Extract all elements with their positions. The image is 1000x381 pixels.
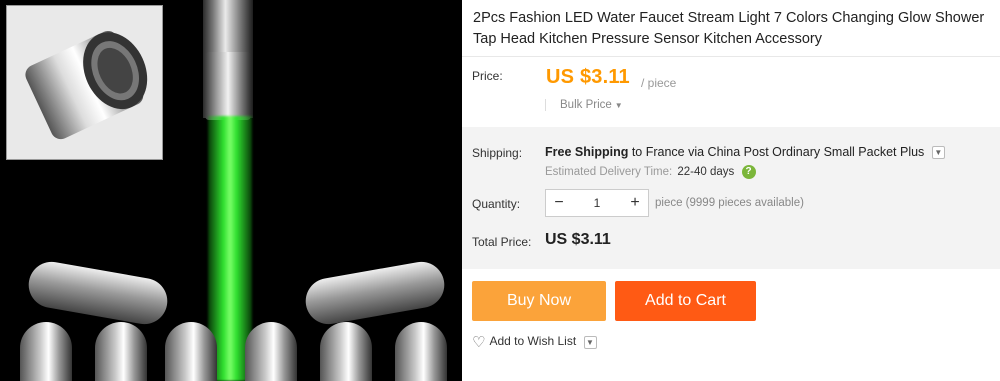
shipping-method[interactable]: Free Shipping to France via China Post O…	[545, 145, 945, 160]
bulk-price-dropdown[interactable]: Bulk Price ▼	[545, 99, 623, 111]
chevron-down-icon[interactable]: ▼	[931, 146, 945, 160]
delivery-label: Estimated Delivery Time:	[545, 166, 673, 179]
add-to-cart-button[interactable]: Add to Cart	[615, 281, 756, 321]
product-title[interactable]: 2Pcs Fashion LED Water Faucet Stream Lig…	[473, 8, 998, 50]
led-head	[320, 322, 372, 381]
price-value: US $3.11	[546, 66, 630, 88]
divider	[462, 56, 1000, 57]
quantity-input[interactable]: 1	[572, 190, 622, 216]
buy-now-button[interactable]: Buy Now	[472, 281, 606, 321]
price-label: Price:	[472, 69, 503, 83]
product-info-panel: 2Pcs Fashion LED Water Faucet Stream Lig…	[462, 0, 1000, 381]
chevron-down-icon[interactable]: ▼	[583, 335, 597, 349]
product-image[interactable]	[0, 0, 462, 381]
led-aerator	[205, 52, 251, 120]
led-head	[95, 322, 147, 381]
led-head	[395, 322, 447, 381]
bulk-price-label: Bulk Price	[560, 99, 612, 111]
shipping-label: Shipping:	[472, 146, 523, 160]
aerator-closeup	[25, 30, 148, 140]
wishlist-label: Add to Wish List	[489, 334, 577, 349]
product-thumbnail-inset	[6, 5, 163, 160]
quantity-availability: piece (9999 pieces available)	[655, 197, 804, 209]
shipping-destination: to France via China Post Ordinary Small …	[631, 145, 925, 159]
total-price-value: US $3.11	[545, 231, 611, 248]
led-head	[245, 322, 297, 381]
quantity-minus-button[interactable]: −	[546, 190, 572, 216]
total-price-label: Total Price:	[472, 235, 532, 249]
help-icon[interactable]: ?	[741, 165, 756, 179]
heart-plus-icon: ♡	[472, 334, 486, 351]
faucet-pipe-left	[25, 258, 171, 328]
led-head	[20, 322, 72, 381]
faucet-pipe-right	[302, 258, 448, 328]
caret-down-icon: ▼	[614, 101, 623, 110]
quantity-stepper: − 1 +	[545, 189, 649, 217]
delivery-days: 22-40 days	[677, 166, 735, 179]
led-head	[165, 322, 217, 381]
free-shipping-text: Free Shipping	[545, 145, 629, 159]
quantity-plus-button[interactable]: +	[622, 190, 648, 216]
quantity-label: Quantity:	[472, 197, 521, 211]
add-to-wishlist-link[interactable]: ♡ Add to Wish List ▼	[472, 333, 597, 351]
delivery-estimate: Estimated Delivery Time: 22-40 days ?	[545, 165, 756, 179]
price-unit: / piece	[641, 76, 677, 90]
